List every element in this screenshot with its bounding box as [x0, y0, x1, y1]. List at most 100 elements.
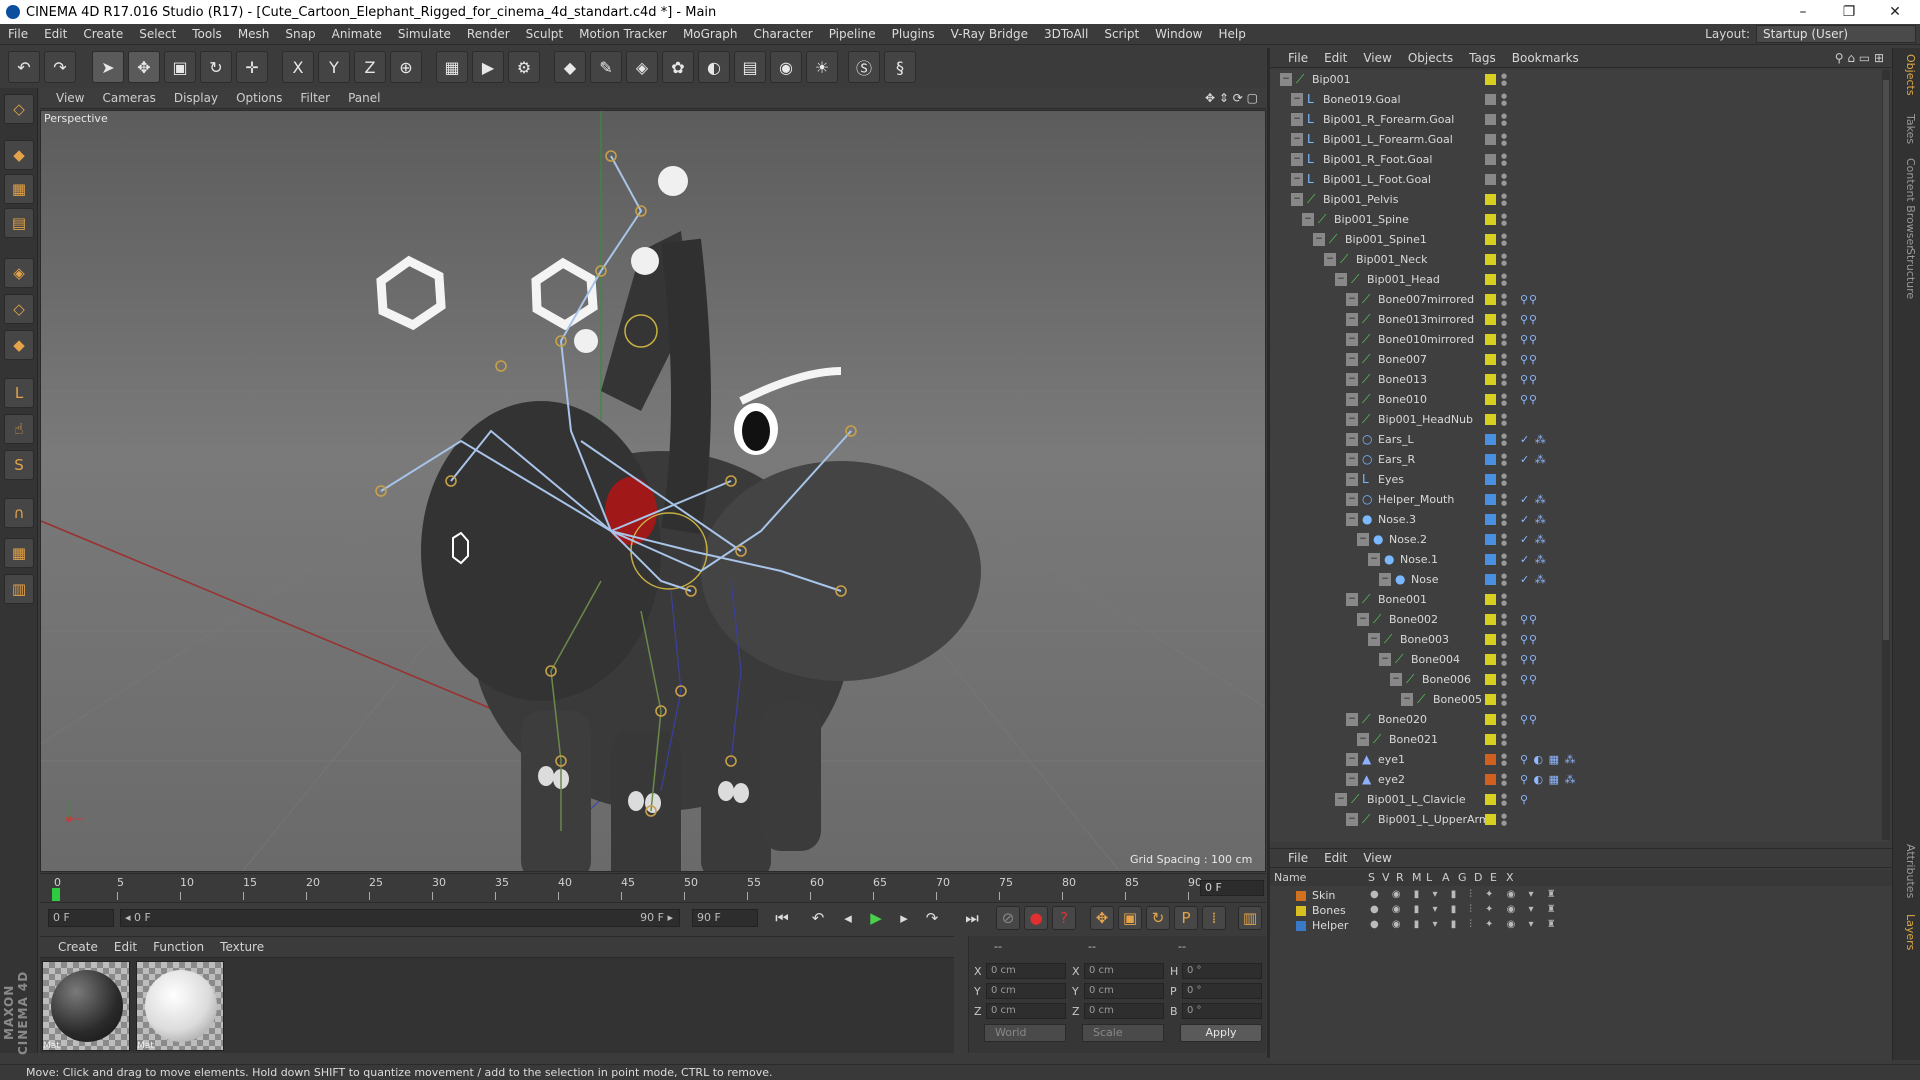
object-name[interactable]: Bone001 [1378, 593, 1427, 606]
object-name[interactable]: Bip001_R_Forearm.Goal [1323, 113, 1454, 126]
object-name[interactable]: Bip001_L_Forearm.Goal [1323, 133, 1453, 146]
layer-color-swatch[interactable] [1485, 454, 1496, 465]
expand-toggle-icon[interactable]: − [1291, 113, 1303, 126]
menu-window[interactable]: Window [1147, 27, 1210, 41]
visibility-dots-icon[interactable]: ● ● [1501, 233, 1507, 247]
object-name[interactable]: Nose.1 [1400, 553, 1438, 566]
current-frame-field[interactable]: 0 F [1200, 880, 1264, 896]
object-row[interactable]: − ⟋ Bip001_L_Clavicle ● ● ⚲ [1270, 790, 1888, 810]
layer-color-swatch[interactable] [1485, 694, 1496, 705]
layer-color-swatch[interactable] [1485, 194, 1496, 205]
layer-column-header[interactable]: Name [1274, 871, 1306, 884]
expand-toggle-icon[interactable]: − [1302, 213, 1314, 226]
prev-frame-button[interactable]: ◂ [836, 906, 860, 930]
object-menu-tags[interactable]: Tags [1461, 51, 1504, 65]
menu-create[interactable]: Create [75, 27, 131, 41]
visibility-dots-icon[interactable]: ● ● [1501, 473, 1507, 487]
expand-toggle-icon[interactable]: − [1346, 433, 1358, 446]
layer-color-swatch[interactable] [1485, 434, 1496, 445]
nose-controller-2[interactable] [631, 247, 659, 275]
visibility-dots-icon[interactable]: ● ● [1501, 733, 1507, 747]
viewport-menu-display[interactable]: Display [165, 91, 227, 105]
layer-color-swatch[interactable] [1485, 794, 1496, 805]
object-name[interactable]: Bone020 [1378, 713, 1427, 726]
object-tags[interactable]: ✓ ⁂ [1520, 453, 1547, 466]
object-row[interactable]: − ▲ eye2 ● ● ⚲ ◐ ▦ ⁂ [1270, 770, 1888, 790]
coord-rot-b-field[interactable]: 0 ° [1182, 1003, 1262, 1019]
nose-controller-1[interactable] [658, 166, 688, 196]
object-tags[interactable]: ⚲ ◐ ▦ ⁂ [1520, 773, 1577, 786]
layer-name[interactable]: Helper [1312, 919, 1348, 932]
object-row[interactable]: − ⟋ Bone010mirrored ● ● ⚲⚲ [1270, 330, 1888, 350]
menu-sculpt[interactable]: Sculpt [518, 27, 571, 41]
menu-help[interactable]: Help [1210, 27, 1253, 41]
expand-toggle-icon[interactable]: − [1379, 573, 1391, 586]
helper-mouth-controller[interactable] [739, 367, 842, 405]
object-manager-search-icon[interactable]: ⚲ ⌂ ▭ ⊞ [1835, 51, 1884, 65]
end-frame-field[interactable]: 90 F [692, 909, 758, 927]
material-skin[interactable]: Mat [42, 961, 130, 1051]
layer-color-swatch[interactable] [1485, 674, 1496, 685]
viewport-menu-cameras[interactable]: Cameras [93, 91, 164, 105]
visibility-dots-icon[interactable]: ● ● [1501, 493, 1507, 507]
expand-toggle-icon[interactable]: − [1291, 133, 1303, 146]
visibility-dots-icon[interactable]: ● ● [1501, 573, 1507, 587]
object-row[interactable]: − ⟋ Bip001 ● ● [1270, 70, 1888, 90]
object-name[interactable]: Bip001_L_Clavicle [1367, 793, 1466, 806]
object-menu-view[interactable]: View [1355, 51, 1399, 65]
vray-button[interactable]: Ⓢ [848, 51, 880, 83]
redo-button[interactable]: ↷ [44, 51, 76, 83]
spline-pen-button[interactable]: ✎ [590, 51, 622, 83]
x-axis-button[interactable]: X [282, 51, 314, 83]
expand-toggle-icon[interactable]: − [1346, 333, 1358, 346]
object-name[interactable]: Bip001 [1312, 73, 1351, 86]
layer-column-header[interactable]: R [1396, 871, 1404, 884]
layer-toggle-icons[interactable]: ● ◉ ▮ ▾ ▮ ⫶ ✦ ◉ ▾ ♜ [1370, 889, 1561, 900]
object-row[interactable]: − L Bip001_L_Foot.Goal ● ● [1270, 170, 1888, 190]
prev-key-button[interactable]: ↶ [806, 906, 830, 930]
menu-edit[interactable]: Edit [36, 27, 75, 41]
object-row[interactable]: − ⟋ Bip001_Head ● ● [1270, 270, 1888, 290]
coordinate-system-button[interactable]: ⊕ [390, 51, 422, 83]
object-name[interactable]: Bone004 [1411, 653, 1460, 666]
layer-column-header[interactable]: V [1382, 871, 1390, 884]
layout-dropdown[interactable]: Startup (User) [1756, 25, 1916, 43]
render-view-button[interactable]: ▦ [436, 51, 468, 83]
goto-end-button[interactable]: ⏭ [960, 906, 984, 930]
cube-button[interactable]: ◆ [554, 51, 586, 83]
coord-space-dropdown[interactable]: World [984, 1024, 1066, 1042]
timeline-window-button[interactable]: ▥ [1238, 906, 1262, 930]
subdivision-button[interactable]: ◈ [626, 51, 658, 83]
object-row[interactable]: − ● Nose ● ● ✓ ⁂ [1270, 570, 1888, 590]
expand-toggle-icon[interactable]: − [1280, 73, 1292, 86]
object-name[interactable]: eye1 [1378, 753, 1405, 766]
expand-toggle-icon[interactable]: − [1390, 673, 1402, 686]
visibility-dots-icon[interactable]: ● ● [1501, 353, 1507, 367]
menu-pipeline[interactable]: Pipeline [821, 27, 884, 41]
coord-mode-dropdown[interactable]: Scale [1082, 1024, 1164, 1042]
object-menu-bookmarks[interactable]: Bookmarks [1504, 51, 1587, 65]
layer-color-swatch[interactable] [1485, 814, 1496, 825]
layer-color-swatch[interactable] [1485, 494, 1496, 505]
live-selection-button[interactable]: ➤ [92, 51, 124, 83]
object-name[interactable]: Bone013mirrored [1378, 313, 1474, 326]
layer-color-swatch[interactable] [1485, 294, 1496, 305]
object-name[interactable]: Bip001_Spine1 [1345, 233, 1427, 246]
workplane-icon[interactable]: ▤ [4, 208, 34, 238]
object-row[interactable]: − ○ Ears_L ● ● ✓ ⁂ [1270, 430, 1888, 450]
start-frame-field[interactable]: 0 F [48, 909, 114, 927]
coord-pos-y-field[interactable]: 0 cm [986, 983, 1066, 999]
elephant-model[interactable] [421, 231, 981, 872]
object-name[interactable]: Nose [1411, 573, 1438, 586]
visibility-dots-icon[interactable]: ● ● [1501, 293, 1507, 307]
expand-toggle-icon[interactable]: − [1346, 413, 1358, 426]
visibility-dots-icon[interactable]: ● ● [1501, 773, 1507, 787]
object-tags[interactable]: ⚲⚲ [1520, 393, 1538, 406]
visibility-dots-icon[interactable]: ● ● [1501, 413, 1507, 427]
layer-column-header[interactable]: G [1458, 871, 1467, 884]
layer-column-header[interactable]: X [1506, 871, 1514, 884]
expand-toggle-icon[interactable]: − [1346, 773, 1358, 786]
key-parameter-button[interactable]: P [1174, 906, 1198, 930]
object-menu-file[interactable]: File [1270, 51, 1316, 65]
material-menu-create[interactable]: Create [40, 940, 106, 954]
